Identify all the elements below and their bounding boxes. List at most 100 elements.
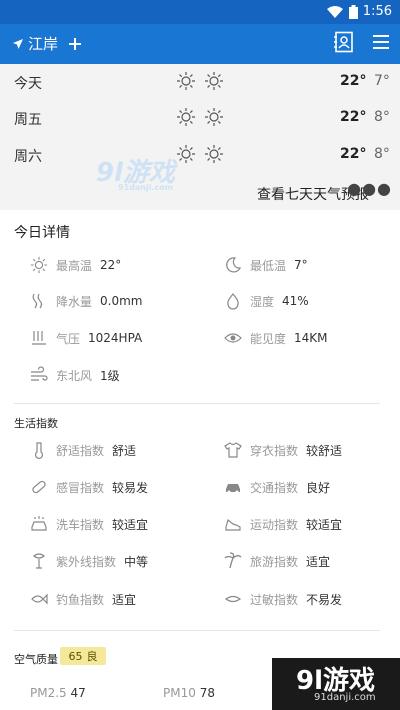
forecast-day: 周五	[14, 112, 42, 128]
fish-icon	[30, 590, 48, 608]
index-allergy: 过敏指数 不易发	[224, 590, 342, 608]
forecast-row[interactable]: 今天 22° 7°	[0, 64, 400, 100]
allergy-icon	[224, 590, 242, 608]
detail-wind: 东北风 1级	[30, 366, 120, 384]
forecast-day: 周六	[14, 149, 42, 165]
detail-value: 0.0mm	[100, 294, 143, 308]
index-label: 感冒指数	[56, 480, 105, 495]
contacts-icon[interactable]	[334, 31, 354, 53]
location-selector[interactable]: 江岸	[12, 33, 82, 54]
wind-icon	[30, 366, 48, 384]
detail-label: 降水量	[56, 294, 93, 309]
index-label: 舒适指数	[56, 443, 105, 458]
index-cold: 感冒指数 较易发	[30, 478, 148, 496]
battery-icon	[349, 5, 358, 19]
moon-icon	[224, 256, 242, 274]
sneaker-icon	[224, 515, 242, 533]
divider	[14, 403, 380, 404]
index-label: 旅游指数	[250, 554, 299, 569]
detail-precipitation: 降水量 0.0mm	[30, 292, 142, 310]
corner-watermark-logo: 9l游戏 91danji.com	[272, 658, 400, 710]
add-city-icon[interactable]	[68, 37, 82, 51]
air-quality-title: 空气质量	[14, 653, 58, 666]
detail-value: 14KM	[294, 331, 328, 345]
detail-visibility: 能见度 14KM	[224, 329, 328, 347]
index-value: 中等	[124, 554, 149, 569]
index-value: 较舒适	[306, 443, 343, 458]
index-uv: 紫外线指数 中等	[30, 552, 148, 570]
detail-max-temp: 最高温 22°	[30, 256, 121, 274]
detail-value: 7°	[294, 258, 308, 272]
index-value: 适宜	[306, 554, 331, 569]
watermark-logo: 9l游戏 91danji.com	[96, 152, 175, 192]
pm25-label: PM2.5	[30, 686, 67, 700]
location-name: 江岸	[28, 35, 59, 53]
forecast-low: 8°	[374, 109, 390, 125]
menu-icon[interactable]	[372, 31, 390, 53]
index-fishing: 钓鱼指数 适宜	[30, 590, 136, 608]
detail-label: 气压	[56, 331, 81, 346]
forecast-row[interactable]: 周六 22° 8°	[0, 137, 400, 173]
index-value: 较易发	[112, 480, 149, 495]
thermometer-icon	[30, 441, 48, 459]
forecast-high: 22°	[340, 109, 367, 125]
index-label: 穿衣指数	[250, 443, 299, 458]
more-options-icon[interactable]: ●●●	[347, 179, 392, 198]
index-comfort: 舒适指数 舒适	[30, 441, 136, 459]
sun-icon	[204, 107, 224, 127]
watermark-subtext: 91danji.com	[118, 183, 174, 192]
eye-icon	[224, 329, 242, 347]
forecast-row[interactable]: 周五 22° 8°	[0, 100, 400, 136]
sun-icon	[30, 256, 48, 274]
app-bar: 江岸	[0, 24, 400, 64]
detail-label: 最低温	[250, 258, 287, 273]
aqi-level: 良	[86, 650, 98, 663]
today-details-title: 今日详情	[14, 225, 70, 241]
status-time: 1:56	[362, 4, 392, 19]
index-value: 适宜	[112, 592, 137, 607]
status-bar: 1:56	[0, 0, 400, 24]
forecast-high: 22°	[340, 146, 367, 162]
index-travel: 旅游指数 适宜	[224, 552, 330, 570]
forecast-day: 今天	[14, 76, 42, 92]
sun-icon	[176, 71, 196, 91]
index-label: 交通指数	[250, 480, 299, 495]
forecast-panel: 今天 22° 7° 周五 22° 8° 周六 22° 8° 查看七天天气预报 ●…	[0, 64, 400, 210]
index-value: 较适宜	[112, 517, 149, 532]
palm-tree-icon	[224, 552, 242, 570]
pm10-value: 78	[199, 686, 215, 700]
pressure-icon	[30, 329, 48, 347]
pm10-label: PM10	[163, 686, 196, 700]
index-value: 良好	[306, 480, 331, 495]
aqi-badge: 65 良	[60, 647, 106, 665]
car-icon	[224, 478, 242, 496]
sun-icon	[204, 71, 224, 91]
uv-icon	[30, 552, 48, 570]
sun-icon	[204, 144, 224, 164]
forecast-low: 8°	[374, 146, 390, 162]
detail-min-temp: 最低温 7°	[224, 256, 308, 274]
index-clothing: 穿衣指数 较舒适	[224, 441, 342, 459]
sun-icon	[176, 144, 196, 164]
index-traffic: 交通指数 良好	[224, 478, 330, 496]
detail-value: 22°	[100, 258, 122, 272]
sun-icon	[176, 107, 196, 127]
forecast-low: 7°	[374, 73, 390, 89]
location-arrow-icon	[12, 38, 24, 50]
index-label: 紫外线指数	[56, 554, 117, 569]
index-value: 较适宜	[306, 517, 343, 532]
detail-label: 湿度	[250, 294, 275, 309]
pm10-reading: PM10 78	[163, 686, 215, 700]
detail-value: 1024HPA	[88, 331, 143, 345]
index-carwash: 洗车指数 较适宜	[30, 515, 148, 533]
wifi-icon	[327, 5, 343, 19]
index-value: 舒适	[112, 443, 137, 458]
forecast-high: 22°	[340, 73, 367, 89]
index-value: 不易发	[306, 592, 343, 607]
car-wash-icon	[30, 515, 48, 533]
pm25-reading: PM2.5 47	[30, 686, 86, 700]
detail-label: 能见度	[250, 331, 287, 346]
detail-value: 1级	[100, 368, 120, 383]
index-label: 钓鱼指数	[56, 592, 105, 607]
detail-pressure: 气压 1024HPA	[30, 329, 142, 347]
